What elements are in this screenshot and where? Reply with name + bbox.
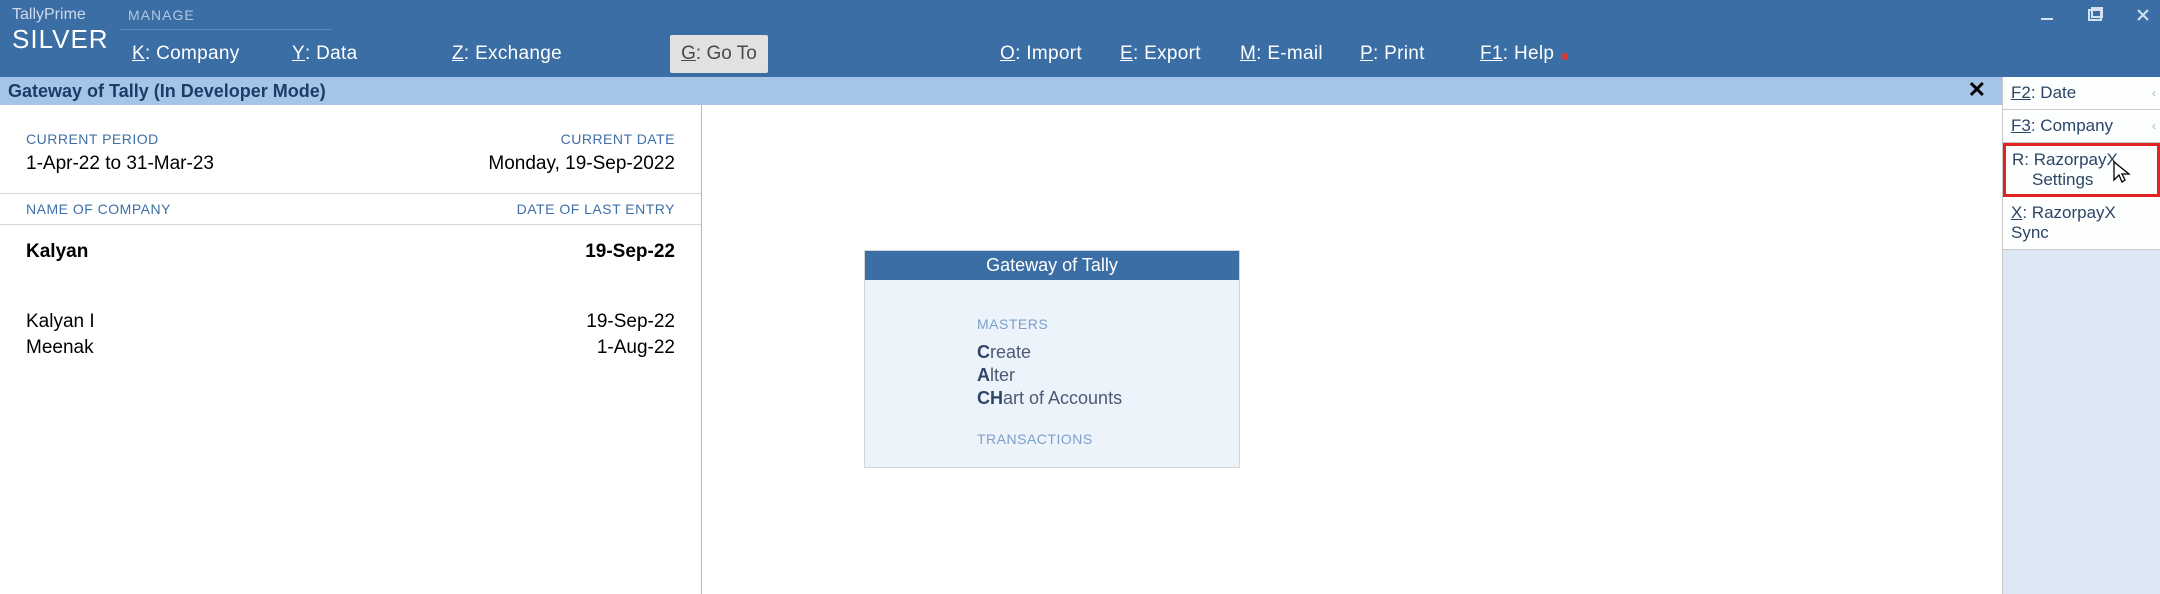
company-list: Kalyan 19-Sep-22 Kalyan I 19-Sep-22 Meen… [0,225,701,379]
fn-date[interactable]: F2: Date ‹ [2003,77,2160,110]
current-period-label: CURRENT PERIOD [26,131,214,147]
window-controls [2036,4,2154,26]
menu-help[interactable]: F1: Help • [1468,30,1588,77]
sub-header-title: Gateway of Tally (In Developer Mode) [8,81,326,102]
close-icon[interactable]: ✕ [1964,77,1990,103]
period-block: CURRENT PERIOD 1-Apr-22 to 31-Mar-23 CUR… [0,105,701,194]
menu-import[interactable]: O: Import [988,30,1108,77]
section-transactions: TRANSACTIONS [977,431,1219,447]
masters-chart-of-accounts[interactable]: CHart of Accounts [977,388,1219,409]
menu-data[interactable]: Y: Data [280,30,440,77]
menu-exchange[interactable]: Z: Exchange [440,30,640,77]
menu-company[interactable]: K: Company [120,30,280,77]
chevron-left-icon: ‹ [2152,119,2156,133]
col-name: NAME OF COMPANY [26,201,171,217]
gateway-body: MASTERS Create Alter CHart of Accounts T… [865,280,1239,467]
current-date: CURRENT DATE Monday, 19-Sep-2022 [488,131,675,175]
brand-line2: SILVER [12,24,102,55]
right-function-panel: F2: Date ‹ F3: Company ‹ R: RazorpayX Se… [2002,77,2160,594]
chevron-left-icon: ‹ [2152,86,2156,100]
fn-razorpayx-settings[interactable]: R: RazorpayX Settings [2003,143,2160,197]
menu-row: K: Company Y: Data Z: Exchange G: Go To … [120,30,2160,77]
minimize-icon[interactable] [2036,4,2058,26]
title-bar: TallyPrime SILVER MANAGE K: Company Y: D… [0,0,2160,77]
current-period: CURRENT PERIOD 1-Apr-22 to 31-Mar-23 [26,131,214,175]
gateway-title: Gateway of Tally [865,251,1239,280]
company-row[interactable]: Kalyan I 19-Sep-22 [26,311,675,333]
menu-goto[interactable]: G: Go To [670,35,768,73]
company-row[interactable]: Kalyan 19-Sep-22 [26,241,675,263]
current-date-label: CURRENT DATE [488,131,675,147]
section-masters: MASTERS [977,316,1219,332]
current-period-value: 1-Apr-22 to 31-Mar-23 [26,153,214,175]
left-panel: CURRENT PERIOD 1-Apr-22 to 31-Mar-23 CUR… [0,105,702,594]
masters-create[interactable]: Create [977,342,1219,363]
fn-razorpayx-sync[interactable]: X: RazorpayX Sync [2003,197,2160,250]
gateway-panel: Gateway of Tally MASTERS Create Alter CH… [864,250,1240,468]
sub-header: Gateway of Tally (In Developer Mode) ✕ [0,77,2160,105]
col-date: DATE OF LAST ENTRY [517,201,675,217]
brand-line1: TallyPrime [12,6,102,24]
menu-manage-label: MANAGE [120,0,332,30]
maximize-icon[interactable] [2084,4,2106,26]
company-header: NAME OF COMPANY DATE OF LAST ENTRY [0,194,701,225]
close-window-icon[interactable] [2132,4,2154,26]
center-area: Gateway of Tally MASTERS Create Alter CH… [702,105,2160,594]
menu-print[interactable]: P: Print [1348,30,1468,77]
content-area: CURRENT PERIOD 1-Apr-22 to 31-Mar-23 CUR… [0,105,2160,594]
fn-company[interactable]: F3: Company ‹ [2003,110,2160,143]
current-date-value: Monday, 19-Sep-2022 [488,153,675,175]
cursor-icon [2111,160,2133,191]
menu-area: MANAGE K: Company Y: Data Z: Exchange G:… [120,0,2160,77]
menu-right-group: O: Import E: Export M: E-mail P: Print F… [988,30,1588,77]
menu-export[interactable]: E: Export [1108,30,1228,77]
menu-email[interactable]: M: E-mail [1228,30,1348,77]
brand: TallyPrime SILVER [0,0,120,77]
company-row[interactable]: Meenak 1-Aug-22 [26,337,675,359]
masters-alter[interactable]: Alter [977,365,1219,386]
help-notification-dot: • [1560,51,1569,61]
